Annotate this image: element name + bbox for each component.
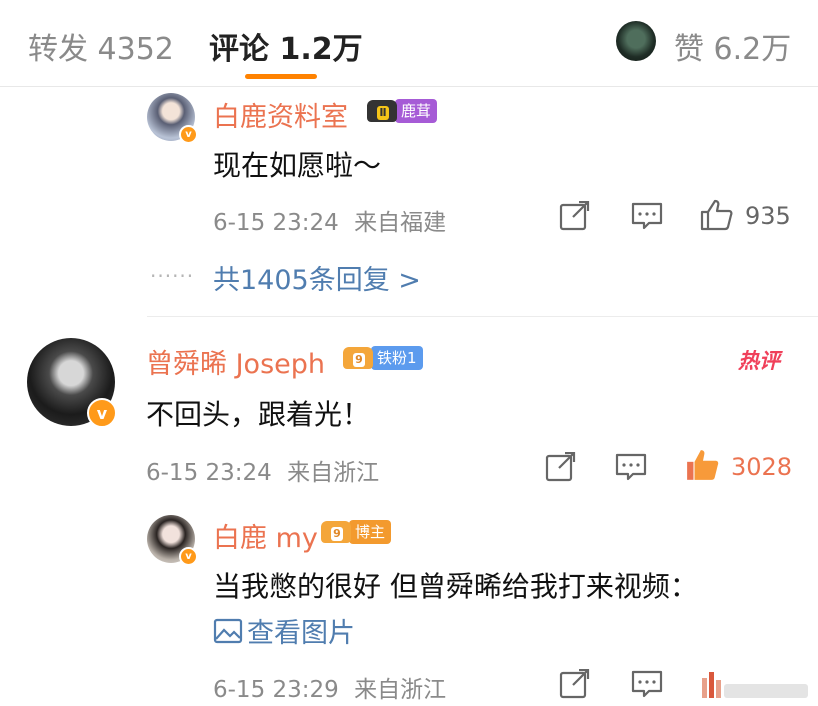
fan-badge: Ⅱ 鹿茸 <box>367 98 438 124</box>
verified-icon: v <box>87 398 117 428</box>
time-text: 6-15 23:24 <box>146 460 272 486</box>
share-icon[interactable] <box>559 669 591 699</box>
verified-icon: v <box>179 125 198 144</box>
username[interactable]: 白鹿 my <box>213 516 318 555</box>
comment-text: 当我憋的很好 但曾舜晞给我打来视频： <box>213 570 698 603</box>
fan-badge: 9 铁粉1 <box>343 345 423 371</box>
time-text: 6-15 23:29 <box>213 677 339 703</box>
divider <box>147 316 818 317</box>
time-text: 6-15 23:24 <box>213 210 339 236</box>
active-tab-indicator <box>245 74 317 79</box>
crown-icon: 9 <box>321 519 351 545</box>
like-count: 3028 <box>731 453 793 481</box>
location-text: 来自福建 <box>354 210 447 236</box>
username[interactable]: 白鹿资料室 <box>213 95 348 134</box>
fan-badge: 9 博主 <box>321 519 392 545</box>
comment-time: 6-15 23:29 来自浙江 <box>213 670 446 704</box>
share-icon[interactable] <box>559 201 591 231</box>
fan-badge-label: 博主 <box>349 520 392 544</box>
location-text: 来自浙江 <box>287 460 380 486</box>
username[interactable]: 曾舜晞 Joseph <box>146 342 325 381</box>
view-image-label: 查看图片 <box>247 618 355 649</box>
watermark-logo <box>702 672 808 698</box>
ellipsis-icon: ······ <box>150 264 195 288</box>
avatar[interactable]: v <box>27 338 117 428</box>
avatar[interactable]: v <box>147 93 198 144</box>
comment-icon[interactable] <box>631 201 663 231</box>
crown-icon: 9 <box>343 345 373 371</box>
comment-icon[interactable] <box>631 669 663 699</box>
liker-avatar[interactable] <box>616 21 656 61</box>
fan-badge-label: 铁粉1 <box>371 346 423 370</box>
view-image-link[interactable]: 查看图片 <box>213 611 355 650</box>
like-count: 935 <box>745 202 791 230</box>
comment-time: 6-15 23:24 来自福建 <box>213 203 446 237</box>
share-icon[interactable] <box>545 452 577 482</box>
like-filled-icon[interactable] <box>685 448 721 482</box>
avatar[interactable]: v <box>147 515 198 566</box>
hot-comment-badge: 热评 <box>738 349 780 373</box>
comment-time: 6-15 23:24 来自浙江 <box>146 453 379 487</box>
tab-comments[interactable]: 评论 1.2万 <box>209 24 363 68</box>
comment-text: 不回头，跟着光！ <box>146 398 371 431</box>
location-text: 来自浙江 <box>354 677 447 703</box>
comment-icon[interactable] <box>615 452 647 482</box>
tab-forward[interactable]: 转发 4352 <box>28 24 174 68</box>
more-replies-link[interactable]: 共1405条回复 > <box>213 258 421 297</box>
tab-likes[interactable]: 赞 6.2万 <box>674 24 791 68</box>
comment-tabs-bar: 转发 4352 评论 1.2万 赞 6.2万 <box>0 0 818 87</box>
crown-icon: Ⅱ <box>367 98 397 124</box>
like-icon[interactable] <box>700 199 734 231</box>
fan-badge-label: 鹿茸 <box>395 99 438 123</box>
comment-text: 现在如愿啦～ <box>213 149 382 182</box>
verified-icon: v <box>179 547 198 566</box>
image-icon <box>213 618 243 643</box>
